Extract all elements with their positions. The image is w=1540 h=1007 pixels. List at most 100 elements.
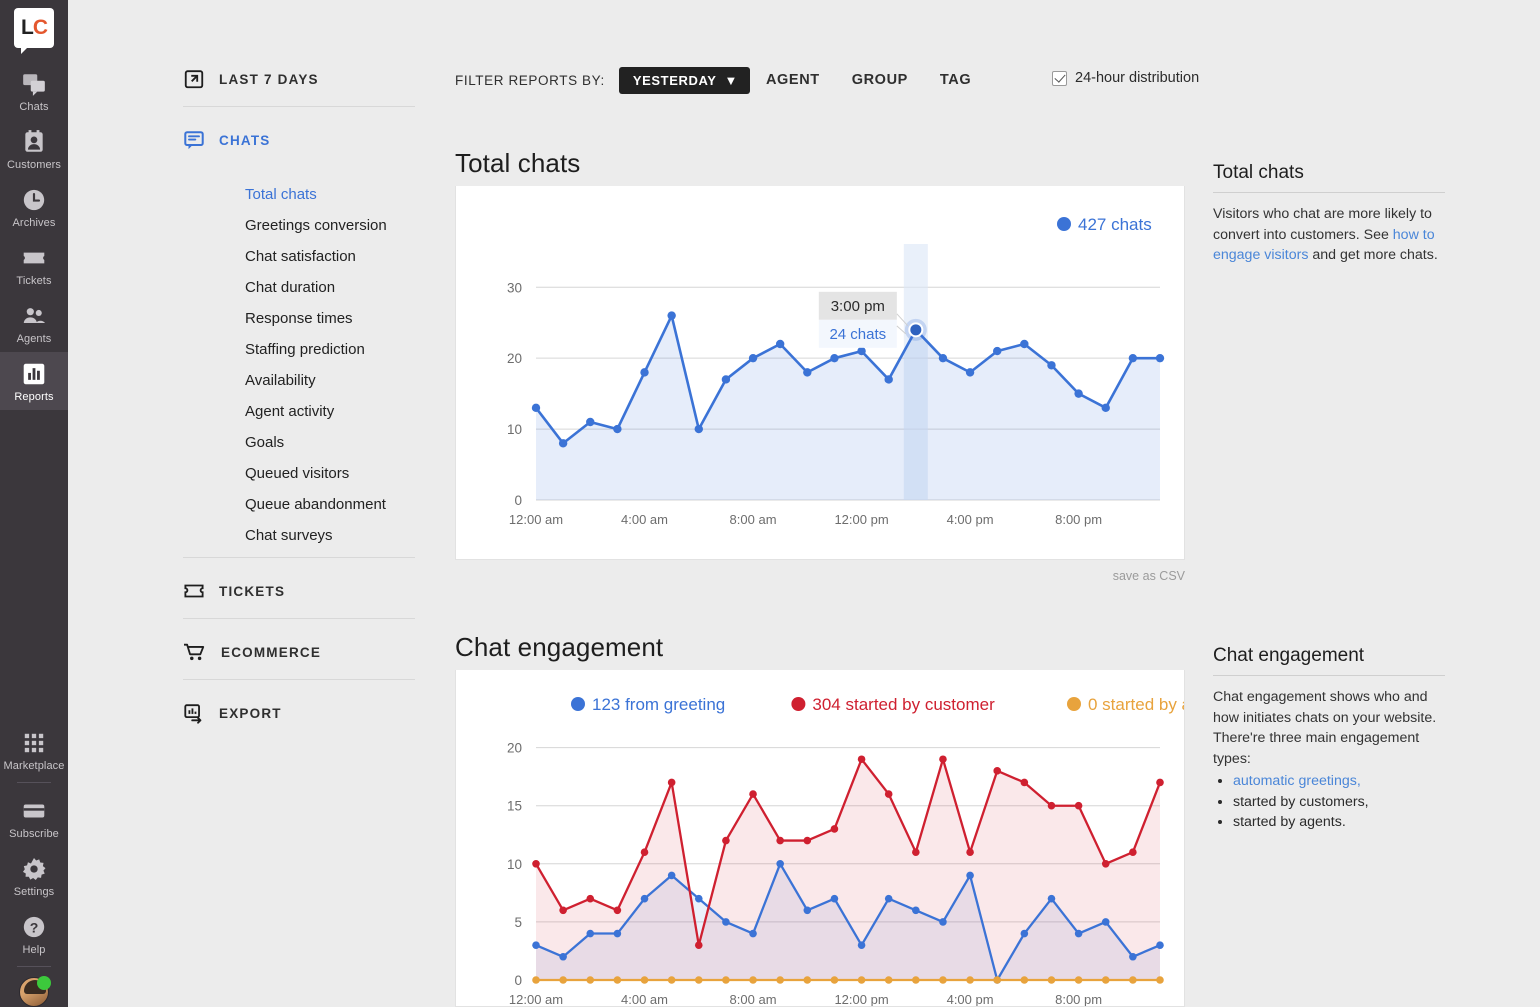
logo-letter-l: L: [21, 16, 34, 39]
chats-icon: [23, 74, 45, 96]
total-chats-chart[interactable]: 0 10 20 30 12:00 am 4:00 am 8:00 am 12:00 pm 4:0…: [456, 186, 1186, 560]
logo[interactable]: LC: [14, 8, 54, 54]
svg-text:10: 10: [507, 422, 522, 437]
svg-text:12:00 am: 12:00 am: [509, 992, 563, 1007]
nav-group-header-ecommerce[interactable]: ECOMMERCE: [183, 635, 415, 679]
rail-item-help[interactable]: ? Help: [0, 905, 68, 963]
save-as-csv-link[interactable]: save as CSV: [455, 562, 1185, 583]
chat-engagement-title: Chat engagement: [455, 632, 664, 662]
nav-group-chats: CHATS Total chats Greetings conversion C…: [183, 107, 415, 557]
nav-group-header-tickets[interactable]: TICKETS: [183, 574, 415, 618]
chat-engagement-chart[interactable]: 0 5 10 15 20 12:00 am 4:00 am 8:00 am 12:00 pm 4:…: [456, 670, 1185, 1007]
rail-label: Tickets: [16, 275, 52, 287]
svg-text:304 started by customer: 304 started by customer: [812, 695, 995, 714]
list-item: started by agents.: [1233, 812, 1445, 833]
svg-text:3:00 pm: 3:00 pm: [831, 298, 885, 315]
nav-item-total-chats[interactable]: Total chats: [183, 179, 415, 210]
filter-group-button[interactable]: GROUP: [836, 66, 924, 94]
report-chat-engagement: Chat engagement: [455, 632, 1185, 663]
filter-tag-button[interactable]: TAG: [924, 66, 987, 94]
side-panel-title: Chat engagement: [1213, 645, 1365, 666]
svg-text:4:00 pm: 4:00 pm: [947, 992, 994, 1007]
avatar[interactable]: [19, 976, 51, 1007]
nav-group-ecommerce: ECOMMERCE: [183, 619, 415, 679]
nav-item-availability[interactable]: Availability: [183, 365, 415, 396]
cart-icon: [184, 643, 205, 661]
tickets-icon: [23, 252, 45, 264]
nav-item-queued-visitors[interactable]: Queued visitors: [183, 458, 415, 489]
24-hour-distribution-toggle[interactable]: 24-hour distribution: [1052, 70, 1199, 86]
rail-item-subscribe[interactable]: Subscribe: [0, 789, 68, 847]
nav-item-staffing-prediction[interactable]: Staffing prediction: [183, 334, 415, 365]
rail-item-customers[interactable]: Customers: [0, 120, 68, 178]
svg-text:20: 20: [507, 351, 522, 366]
nav-item-response-times[interactable]: Response times: [183, 303, 415, 334]
svg-text:10: 10: [507, 857, 522, 872]
filter-date-value: YESTERDAY: [632, 72, 717, 88]
svg-text:8:00 am: 8:00 am: [730, 992, 777, 1007]
date-range-selector[interactable]: LAST 7 DAYS: [183, 62, 415, 106]
gear-icon: [22, 857, 46, 880]
side-panel-body: Visitors who chat are more likely to con…: [1213, 193, 1445, 266]
nav-item-greetings-conversion[interactable]: Greetings conversion: [183, 210, 415, 241]
rail-item-chats[interactable]: Chats: [0, 62, 68, 120]
reports-icon: [23, 363, 45, 385]
help-icon: ?: [23, 916, 45, 938]
svg-text:0 started by agent: 0 started by agent: [1088, 695, 1185, 714]
nav-group-tickets: TICKETS: [183, 558, 415, 618]
svg-text:12:00 pm: 12:00 pm: [834, 992, 888, 1007]
rail-label: Customers: [6, 159, 62, 171]
side-panel-chat-engagement: Chat engagement Chat engagement shows wh…: [1213, 645, 1445, 833]
chat-engagement-chart-card: 0 5 10 15 20 12:00 am 4:00 am 8:00 am 12:00 pm 4:…: [455, 670, 1185, 1007]
agents-icon: [23, 308, 46, 324]
side-panel-total-chats: Total chats Visitors who chat are more l…: [1213, 162, 1445, 266]
svg-text:15: 15: [507, 799, 522, 814]
filter-agent-button[interactable]: AGENT: [750, 66, 836, 94]
nav-group-header-export[interactable]: EXPORT: [183, 696, 415, 740]
nav-group-export: EXPORT: [183, 680, 415, 740]
side-panel-body: Chat engagement shows who and how initia…: [1213, 689, 1437, 767]
nav-item-chat-satisfaction[interactable]: Chat satisfaction: [183, 241, 415, 272]
calendar-icon: [184, 70, 204, 89]
date-range-label: LAST 7 DAYS: [219, 71, 319, 87]
rail-item-agents[interactable]: Agents: [0, 294, 68, 352]
filter-bar: FILTER REPORTS BY: YESTERDAY ▼ AGENT GRO…: [455, 66, 987, 94]
side-panel-title: Total chats: [1213, 162, 1304, 183]
svg-text:123 from greeting: 123 from greeting: [592, 695, 725, 714]
svg-text:5: 5: [514, 915, 522, 930]
nav-group-label: ECOMMERCE: [221, 644, 322, 660]
rail-item-settings[interactable]: Settings: [0, 847, 68, 905]
rail-divider: [17, 966, 51, 967]
nav-group-header-chats[interactable]: CHATS: [183, 123, 415, 167]
list-item: automatic greetings,: [1233, 771, 1445, 792]
rail-label: Reports: [14, 391, 54, 403]
chevron-down-icon: ▼: [724, 72, 738, 88]
nav-item-agent-activity[interactable]: Agent activity: [183, 396, 415, 427]
rail-item-archives[interactable]: Archives: [0, 178, 68, 236]
app-sidebar: LC Chats Customers Archives Tickets Agen…: [0, 0, 68, 1007]
rail-divider: [17, 782, 51, 783]
rail-item-reports[interactable]: Reports: [0, 352, 68, 410]
svg-text:4:00 am: 4:00 am: [621, 992, 668, 1007]
svg-text:30: 30: [507, 280, 522, 295]
svg-text:4:00 am: 4:00 am: [621, 512, 668, 527]
rail-label: Help: [22, 944, 46, 956]
marketplace-icon: [24, 733, 44, 753]
page-title: Total chats: [455, 148, 581, 178]
nav-item-chat-surveys[interactable]: Chat surveys: [183, 520, 415, 551]
svg-text:12:00 pm: 12:00 pm: [834, 512, 888, 527]
nav-sublist-chats: Total chats Greetings conversion Chat sa…: [183, 167, 415, 557]
rail-item-marketplace[interactable]: Marketplace: [0, 721, 68, 779]
nav-item-goals[interactable]: Goals: [183, 427, 415, 458]
nav-item-queue-abandonment[interactable]: Queue abandonment: [183, 489, 415, 520]
export-icon: [184, 704, 202, 724]
nav-item-chat-duration[interactable]: Chat duration: [183, 272, 415, 303]
rail-label: Agents: [16, 333, 52, 345]
automatic-greetings-link[interactable]: automatic greetings,: [1233, 773, 1361, 789]
filter-date-dropdown[interactable]: YESTERDAY ▼: [618, 66, 750, 94]
svg-text:8:00 pm: 8:00 pm: [1055, 512, 1102, 527]
total-chats-chart-card: 0 10 20 30 12:00 am 4:00 am 8:00 am 12:00 pm 4:0…: [455, 186, 1185, 560]
distribution-checkbox[interactable]: [1052, 70, 1067, 86]
rail-item-tickets[interactable]: Tickets: [0, 236, 68, 294]
svg-text:24 chats: 24 chats: [829, 326, 886, 343]
